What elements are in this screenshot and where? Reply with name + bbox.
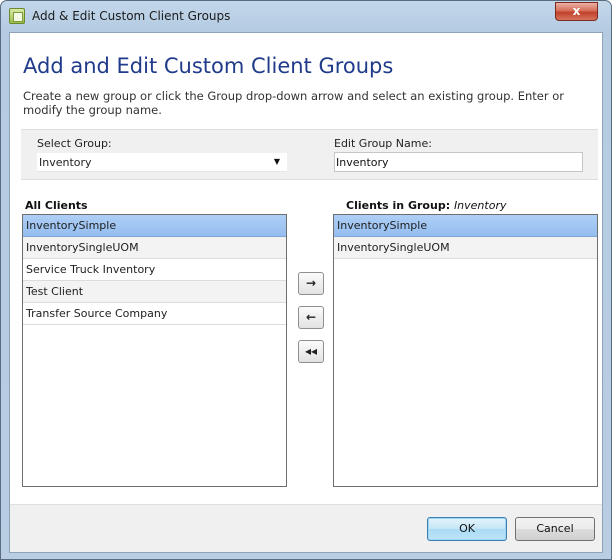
list-item[interactable]: Service Truck Inventory: [23, 259, 286, 281]
dialog-footer: OK Cancel: [10, 504, 602, 552]
clients-in-group-title: Clients in Group: Inventory: [346, 199, 506, 212]
select-group-value: Inventory: [39, 156, 92, 169]
list-item[interactable]: InventorySingleUOM: [334, 237, 597, 259]
clients-in-group-prefix: Clients in Group:: [346, 199, 451, 212]
add-to-group-button[interactable]: →: [298, 272, 324, 295]
instructions-text: Create a new group or click the Group dr…: [23, 89, 565, 117]
arrow-left-icon: ←: [305, 310, 317, 324]
cancel-button[interactable]: Cancel: [515, 517, 595, 541]
select-group-dropdown[interactable]: Inventory ▼: [37, 153, 287, 172]
remove-from-group-button[interactable]: ←: [298, 306, 324, 329]
dropdown-arrow-icon[interactable]: ▼: [274, 157, 280, 166]
list-item[interactable]: InventorySingleUOM: [23, 237, 286, 259]
list-item[interactable]: InventorySimple: [23, 215, 286, 237]
remove-all-from-group-button[interactable]: ◂◂: [298, 340, 324, 363]
list-item[interactable]: Test Client: [23, 281, 286, 303]
arrow-right-icon: →: [305, 276, 317, 290]
ok-button[interactable]: OK: [427, 517, 507, 541]
list-item[interactable]: InventorySimple: [334, 215, 597, 237]
all-clients-list[interactable]: InventorySimple InventorySingleUOM Servi…: [22, 214, 287, 487]
edit-group-name-label: Edit Group Name:: [334, 137, 432, 150]
select-group-label: Select Group:: [37, 137, 112, 150]
title-bar[interactable]: Add & Edit Custom Client Groups x: [1, 1, 611, 32]
all-clients-title: All Clients: [25, 199, 88, 212]
double-arrow-left-icon: ◂◂: [304, 344, 318, 358]
app-icon: [9, 8, 25, 24]
page-title: Add and Edit Custom Client Groups: [23, 54, 394, 78]
group-panel: Select Group: Inventory ▼ Edit Group Nam…: [21, 129, 598, 180]
clients-in-group-name: Inventory: [453, 199, 507, 212]
list-item[interactable]: Transfer Source Company: [23, 303, 286, 325]
dialog-window: Add & Edit Custom Client Groups x Add an…: [0, 0, 612, 560]
close-icon: x: [572, 4, 581, 18]
close-button[interactable]: x: [555, 2, 598, 21]
dialog-content: Add and Edit Custom Client Groups Create…: [9, 32, 603, 553]
edit-group-name-input[interactable]: [334, 152, 583, 172]
window-title: Add & Edit Custom Client Groups: [32, 9, 231, 23]
clients-in-group-list[interactable]: InventorySimple InventorySingleUOM: [333, 214, 598, 487]
